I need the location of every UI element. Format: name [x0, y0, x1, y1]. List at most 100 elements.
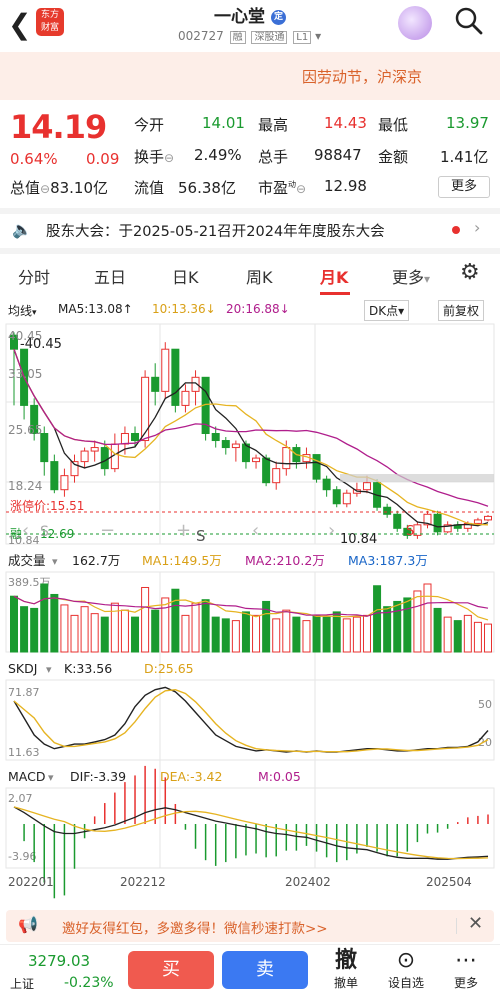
add-watchlist-button[interactable]: ⊙ 设自选 — [382, 948, 430, 991]
volume-bar — [100, 616, 109, 653]
volume-bar — [383, 606, 392, 653]
tab-more[interactable]: 更多▾ — [392, 264, 430, 288]
quote-more-button[interactable]: 更多 — [438, 176, 490, 198]
macd-bottom-label: -3.96 — [8, 850, 36, 863]
resistance-band — [340, 474, 494, 482]
pe-label[interactable]: 市盈动⊖ — [258, 177, 306, 198]
candle-body — [171, 348, 180, 406]
chevron-down-icon[interactable]: ▾ — [52, 555, 58, 568]
volume-ma1: MA1:149.5万 — [142, 553, 222, 568]
more-dots-icon: ⋯ — [455, 948, 477, 973]
divider — [0, 248, 500, 254]
candle-body — [383, 506, 392, 515]
candle-body — [100, 447, 109, 470]
buy-button[interactable]: 买 — [128, 951, 214, 989]
volume-ma2: MA2:210.2万 — [245, 553, 325, 568]
x-label-2: 202402 — [285, 875, 331, 889]
volume-bar — [40, 583, 49, 653]
volume-bar — [10, 595, 18, 653]
index-value[interactable]: 3279.03 — [28, 952, 90, 970]
amount-value: 1.41亿 — [440, 148, 489, 166]
volume-bar — [191, 602, 200, 653]
more-menu-button[interactable]: ⋯ 更多 — [442, 948, 490, 991]
tab-daily-k[interactable]: 日K — [172, 264, 199, 288]
candle-body — [90, 447, 99, 452]
candle-body — [393, 513, 402, 529]
open-label: 今开 — [134, 116, 165, 134]
chevron-down-icon[interactable]: ▾ — [315, 29, 321, 43]
volume-bar — [181, 614, 190, 653]
macd-top-label: 2.07 — [8, 792, 33, 805]
ma-type-selector[interactable]: 均线▾ — [8, 302, 37, 319]
sell-button[interactable]: 卖 — [222, 951, 308, 989]
volume-bar — [211, 616, 220, 653]
info-icon: ⊖ — [40, 182, 51, 196]
low-label: 最低 — [378, 116, 409, 134]
tab-five-day[interactable]: 五日 — [94, 264, 126, 288]
candle-body — [161, 348, 170, 392]
candle-body — [473, 519, 482, 524]
amount-label: 金额 — [378, 148, 409, 166]
market-cap: 总值⊖83.10亿 — [10, 179, 109, 197]
shareholder-meeting-bar[interactable]: 🔈 股东大会：于2025-05-21召开2024年年度股东大会 › — [0, 214, 500, 246]
change-percent: 0.64% — [10, 150, 58, 168]
adjust-button[interactable]: 前复权 — [438, 300, 485, 321]
volume-bar — [241, 611, 250, 653]
chart-period-tabs: 分时 五日 日K 周K 月K 更多▾ ⚙ — [0, 256, 500, 296]
tab-monthly-k[interactable]: 月K — [320, 264, 348, 288]
kline-chart[interactable]: 40.45 -40.45 33.05 25.65 18.24 涨停价:15.51… — [0, 322, 500, 910]
gear-icon[interactable]: ⚙ — [460, 260, 480, 285]
candle-body — [433, 513, 442, 533]
volume-bar — [362, 614, 371, 653]
sell-signal-3: S — [406, 524, 414, 539]
zoom-out-icon[interactable]: − — [100, 520, 115, 541]
dk-point-button[interactable]: DK点▾ — [364, 300, 410, 321]
volume-ma3: MA3:187.3万 — [348, 553, 428, 568]
chevron-left-icon[interactable]: ‹ — [252, 520, 259, 541]
float-value: 56.38亿 — [178, 179, 236, 197]
holiday-notice-banner[interactable]: 因劳动节，沪深京 — [0, 52, 500, 100]
candle-body — [342, 492, 351, 505]
search-icon[interactable] — [454, 6, 484, 43]
promo-text: 邀好友得红包，多邀多得！微信秒速打款>> — [62, 921, 328, 937]
megaphone-icon: 📢 — [18, 915, 38, 934]
volume-bar — [282, 609, 291, 653]
speaker-icon: 🔈 — [12, 220, 32, 239]
volume-bar — [30, 607, 39, 653]
ma20-line — [13, 348, 489, 507]
chevron-down-icon[interactable]: ▾ — [48, 771, 54, 784]
stock-rating-badge: 定 — [270, 10, 286, 25]
cancel-order-button[interactable]: 撤 撤单 — [322, 948, 370, 991]
x-label-1: 202212 — [120, 875, 166, 889]
divider — [456, 918, 457, 934]
chevron-down-icon[interactable]: ▾ — [46, 663, 52, 676]
candle-body — [120, 433, 129, 445]
ma20-value: 20:16.88↓ — [226, 302, 290, 316]
volume-bar — [403, 597, 412, 653]
invite-promo-banner[interactable]: 📢 邀好友得红包，多邀多得！微信秒速打款>> ✕ — [6, 910, 494, 942]
volume-bar — [373, 585, 382, 653]
candle-body — [181, 390, 190, 406]
tab-weekly-k[interactable]: 周K — [246, 264, 273, 288]
chevron-left-icon[interactable]: ‹ — [22, 520, 29, 541]
volume-bar — [161, 597, 170, 653]
zoom-in-icon[interactable]: + — [176, 520, 191, 541]
volume-bar — [231, 620, 240, 653]
sell-signal-1: S — [40, 524, 49, 540]
tab-intraday[interactable]: 分时 — [18, 264, 50, 288]
chevron-left-icon[interactable]: ❮ — [8, 8, 31, 41]
candle-body — [252, 457, 261, 463]
volume-bar — [453, 620, 462, 653]
volume-bar — [141, 586, 150, 653]
tag-level: L1 — [293, 31, 312, 44]
close-icon[interactable]: ✕ — [468, 913, 483, 934]
assistant-avatar[interactable] — [398, 6, 432, 40]
turnover-label[interactable]: 换手⊖ — [134, 146, 174, 167]
cancel-order-icon: 撤 — [334, 948, 357, 973]
chevron-right-icon[interactable]: › — [474, 218, 480, 237]
volume-bar — [433, 607, 442, 653]
index-change: -0.23% — [64, 975, 114, 991]
volume-label: 总手 — [258, 148, 289, 166]
chevron-right-icon[interactable]: › — [328, 520, 335, 541]
candle-body — [211, 433, 220, 442]
